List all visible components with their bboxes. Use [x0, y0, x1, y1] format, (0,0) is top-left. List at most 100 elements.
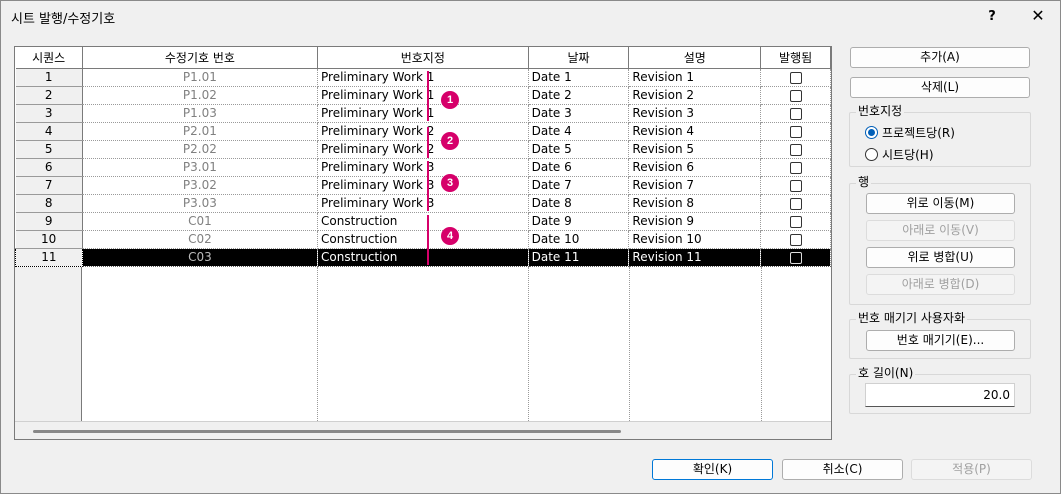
cell-description[interactable]: Revision 7: [628, 176, 762, 195]
revisions-grid[interactable]: 시퀀스 수정기호 번호 번호지정 날짜 설명 발행됨 1 P1.01 Prelimi…: [14, 46, 832, 440]
cell-revision-number[interactable]: P2.02: [82, 140, 319, 159]
cell-revision-number[interactable]: P3.03: [82, 194, 319, 213]
cell-date[interactable]: Date 8: [528, 194, 630, 213]
cell-description[interactable]: Revision 11: [628, 248, 762, 267]
issued-checkbox[interactable]: [789, 125, 802, 138]
cell-description[interactable]: Revision 4: [628, 122, 762, 141]
table-row[interactable]: 10 C02 Construction Date 10 Revision 10: [15, 230, 831, 249]
header-date[interactable]: 날짜: [528, 47, 630, 69]
cell-sequence[interactable]: 6: [15, 158, 83, 177]
cell-description[interactable]: Revision 8: [628, 194, 762, 213]
horizontal-scrollbar[interactable]: [15, 421, 831, 439]
issued-checkbox[interactable]: [789, 197, 802, 210]
issued-checkbox[interactable]: [789, 161, 802, 174]
cell-description[interactable]: Revision 10: [628, 230, 762, 249]
ok-button[interactable]: 확인(K): [652, 459, 773, 480]
cell-date[interactable]: Date 5: [528, 140, 630, 159]
table-row[interactable]: 1 P1.01 Preliminary Work 1 Date 1 Revision 1: [15, 68, 831, 87]
cell-description[interactable]: Revision 3: [628, 104, 762, 123]
cell-date[interactable]: Date 3: [528, 104, 630, 123]
cell-sequence[interactable]: 5: [15, 140, 83, 159]
cell-sequence[interactable]: 3: [15, 104, 83, 123]
cell-revision-number[interactable]: P1.01: [82, 68, 319, 87]
cell-sequence[interactable]: 1: [15, 68, 83, 87]
header-numbering[interactable]: 번호지정: [317, 47, 529, 69]
cell-numbering[interactable]: Preliminary Work 2: [317, 140, 529, 159]
table-row[interactable]: 8 P3.03 Preliminary Work 3 Date 8 Revision 8: [15, 194, 831, 213]
cell-sequence[interactable]: 4: [15, 122, 83, 141]
cell-date[interactable]: Date 9: [528, 212, 630, 231]
numbering-button[interactable]: 번호 매기기(E)...: [866, 330, 1015, 351]
cell-numbering[interactable]: Preliminary Work 1: [317, 86, 529, 105]
add-button[interactable]: 추가(A): [850, 47, 1030, 68]
per-sheet-radio[interactable]: 시트당(H): [865, 146, 934, 163]
scrollbar-thumb[interactable]: [33, 430, 621, 433]
merge-up-button[interactable]: 위로 병합(U): [866, 247, 1015, 268]
close-button[interactable]: ✕: [1023, 5, 1053, 29]
cell-revision-number[interactable]: P1.03: [82, 104, 319, 123]
apply-button[interactable]: 적용(P): [911, 459, 1032, 480]
cell-revision-number[interactable]: C03: [82, 248, 319, 267]
cancel-button[interactable]: 취소(C): [782, 459, 903, 480]
cell-date[interactable]: Date 4: [528, 122, 630, 141]
table-row[interactable]: 7 P3.02 Preliminary Work 3 Date 7 Revision 7: [15, 176, 831, 195]
cell-sequence[interactable]: 11: [15, 247, 83, 267]
cell-numbering[interactable]: Construction: [317, 230, 529, 249]
table-row[interactable]: 2 P1.02 Preliminary Work 1 Date 2 Revision 2: [15, 86, 831, 105]
table-row[interactable]: 4 P2.01 Preliminary Work 2 Date 4 Revision 4: [15, 122, 831, 141]
issued-checkbox[interactable]: [789, 71, 802, 84]
issued-checkbox[interactable]: [789, 179, 802, 192]
issued-checkbox[interactable]: [789, 251, 802, 264]
issued-checkbox[interactable]: [789, 107, 802, 120]
cell-revision-number[interactable]: P1.02: [82, 86, 319, 105]
header-issued[interactable]: 발행됨: [760, 47, 831, 69]
move-down-button[interactable]: 아래로 이동(V): [866, 220, 1015, 241]
cell-revision-number[interactable]: C02: [82, 230, 319, 249]
cell-revision-number[interactable]: P3.01: [82, 158, 319, 177]
merge-down-button[interactable]: 아래로 병합(D): [866, 274, 1015, 295]
cell-description[interactable]: Revision 2: [628, 86, 762, 105]
per-project-radio[interactable]: 프로젝트당(R): [865, 124, 955, 141]
cell-revision-number[interactable]: P3.02: [82, 176, 319, 195]
cell-sequence[interactable]: 2: [15, 86, 83, 105]
cell-numbering[interactable]: Preliminary Work 2: [317, 122, 529, 141]
issued-checkbox[interactable]: [789, 143, 802, 156]
cell-numbering[interactable]: Construction: [317, 248, 529, 267]
issued-checkbox[interactable]: [789, 89, 802, 102]
cell-numbering[interactable]: Preliminary Work 3: [317, 176, 529, 195]
header-description[interactable]: 설명: [628, 47, 762, 69]
table-row[interactable]: 6 P3.01 Preliminary Work 3 Date 6 Revision 6: [15, 158, 831, 177]
delete-button[interactable]: 삭제(L): [850, 77, 1030, 98]
cell-date[interactable]: Date 7: [528, 176, 630, 195]
cell-date[interactable]: Date 6: [528, 158, 630, 177]
cell-numbering[interactable]: Construction: [317, 212, 529, 231]
cell-numbering[interactable]: Preliminary Work 1: [317, 104, 529, 123]
table-row[interactable]: 9 C01 Construction Date 9 Revision 9: [15, 212, 831, 231]
cell-description[interactable]: Revision 5: [628, 140, 762, 159]
cell-date[interactable]: Date 2: [528, 86, 630, 105]
header-revision-number[interactable]: 수정기호 번호: [82, 47, 319, 69]
cell-revision-number[interactable]: P2.01: [82, 122, 319, 141]
cell-numbering[interactable]: Preliminary Work 1: [317, 68, 529, 87]
table-row[interactable]: 3 P1.03 Preliminary Work 1 Date 3 Revision 3: [15, 104, 831, 123]
cell-description[interactable]: Revision 9: [628, 212, 762, 231]
cell-numbering[interactable]: Preliminary Work 3: [317, 194, 529, 213]
cell-sequence[interactable]: 9: [15, 212, 83, 231]
cell-date[interactable]: Date 11: [528, 248, 630, 267]
help-button[interactable]: ?: [977, 5, 1007, 29]
cell-numbering[interactable]: Preliminary Work 3: [317, 158, 529, 177]
cell-sequence[interactable]: 8: [15, 194, 83, 213]
cell-sequence[interactable]: 10: [15, 230, 83, 249]
cell-revision-number[interactable]: C01: [82, 212, 319, 231]
table-row[interactable]: 11 C03 Construction Date 11 Revision 11: [15, 247, 831, 267]
table-row[interactable]: 5 P2.02 Preliminary Work 2 Date 5 Revision 5: [15, 140, 831, 159]
cell-description[interactable]: Revision 1: [628, 68, 762, 87]
cell-sequence[interactable]: 7: [15, 176, 83, 195]
cell-date[interactable]: Date 10: [528, 230, 630, 249]
move-up-button[interactable]: 위로 이동(M): [866, 193, 1015, 214]
arc-length-input[interactable]: 20.0: [865, 383, 1015, 407]
header-sequence[interactable]: 시퀀스: [15, 47, 83, 69]
issued-checkbox[interactable]: [789, 215, 802, 228]
cell-description[interactable]: Revision 6: [628, 158, 762, 177]
issued-checkbox[interactable]: [789, 233, 802, 246]
